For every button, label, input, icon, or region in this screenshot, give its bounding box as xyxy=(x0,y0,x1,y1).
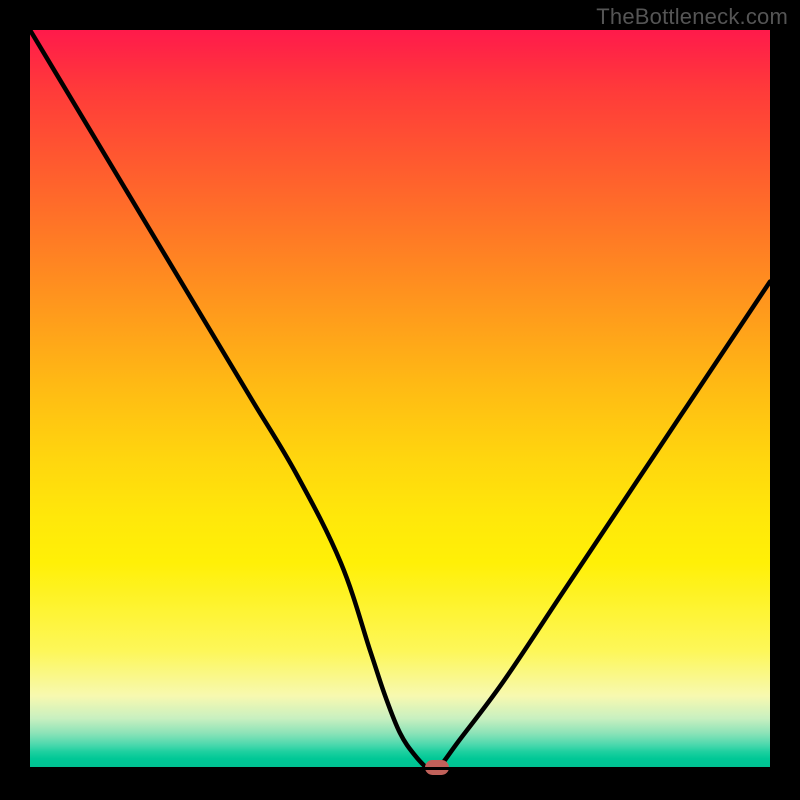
plot-area xyxy=(30,30,770,770)
watermark-label: TheBottleneck.com xyxy=(596,4,788,30)
chart-frame: TheBottleneck.com xyxy=(0,0,800,800)
bottleneck-curve xyxy=(30,30,770,770)
x-axis-baseline xyxy=(30,767,770,770)
